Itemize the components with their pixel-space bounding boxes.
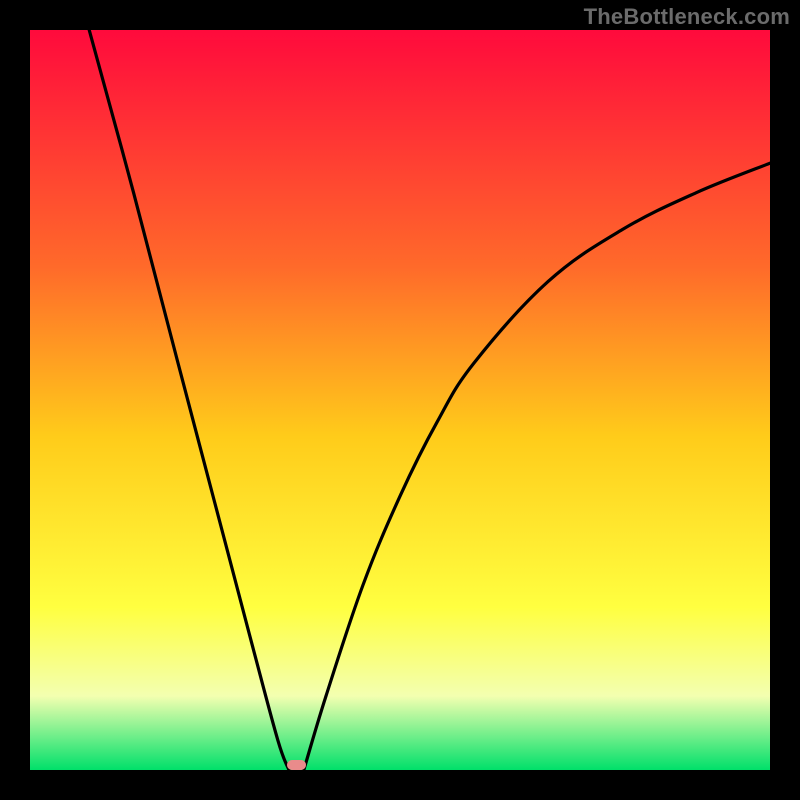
plot-area: [30, 30, 770, 770]
gradient-bg: [30, 30, 770, 770]
chart-svg: [30, 30, 770, 770]
watermark-text: TheBottleneck.com: [584, 4, 790, 30]
chart-frame: TheBottleneck.com: [0, 0, 800, 800]
optimal-marker: [287, 760, 306, 770]
